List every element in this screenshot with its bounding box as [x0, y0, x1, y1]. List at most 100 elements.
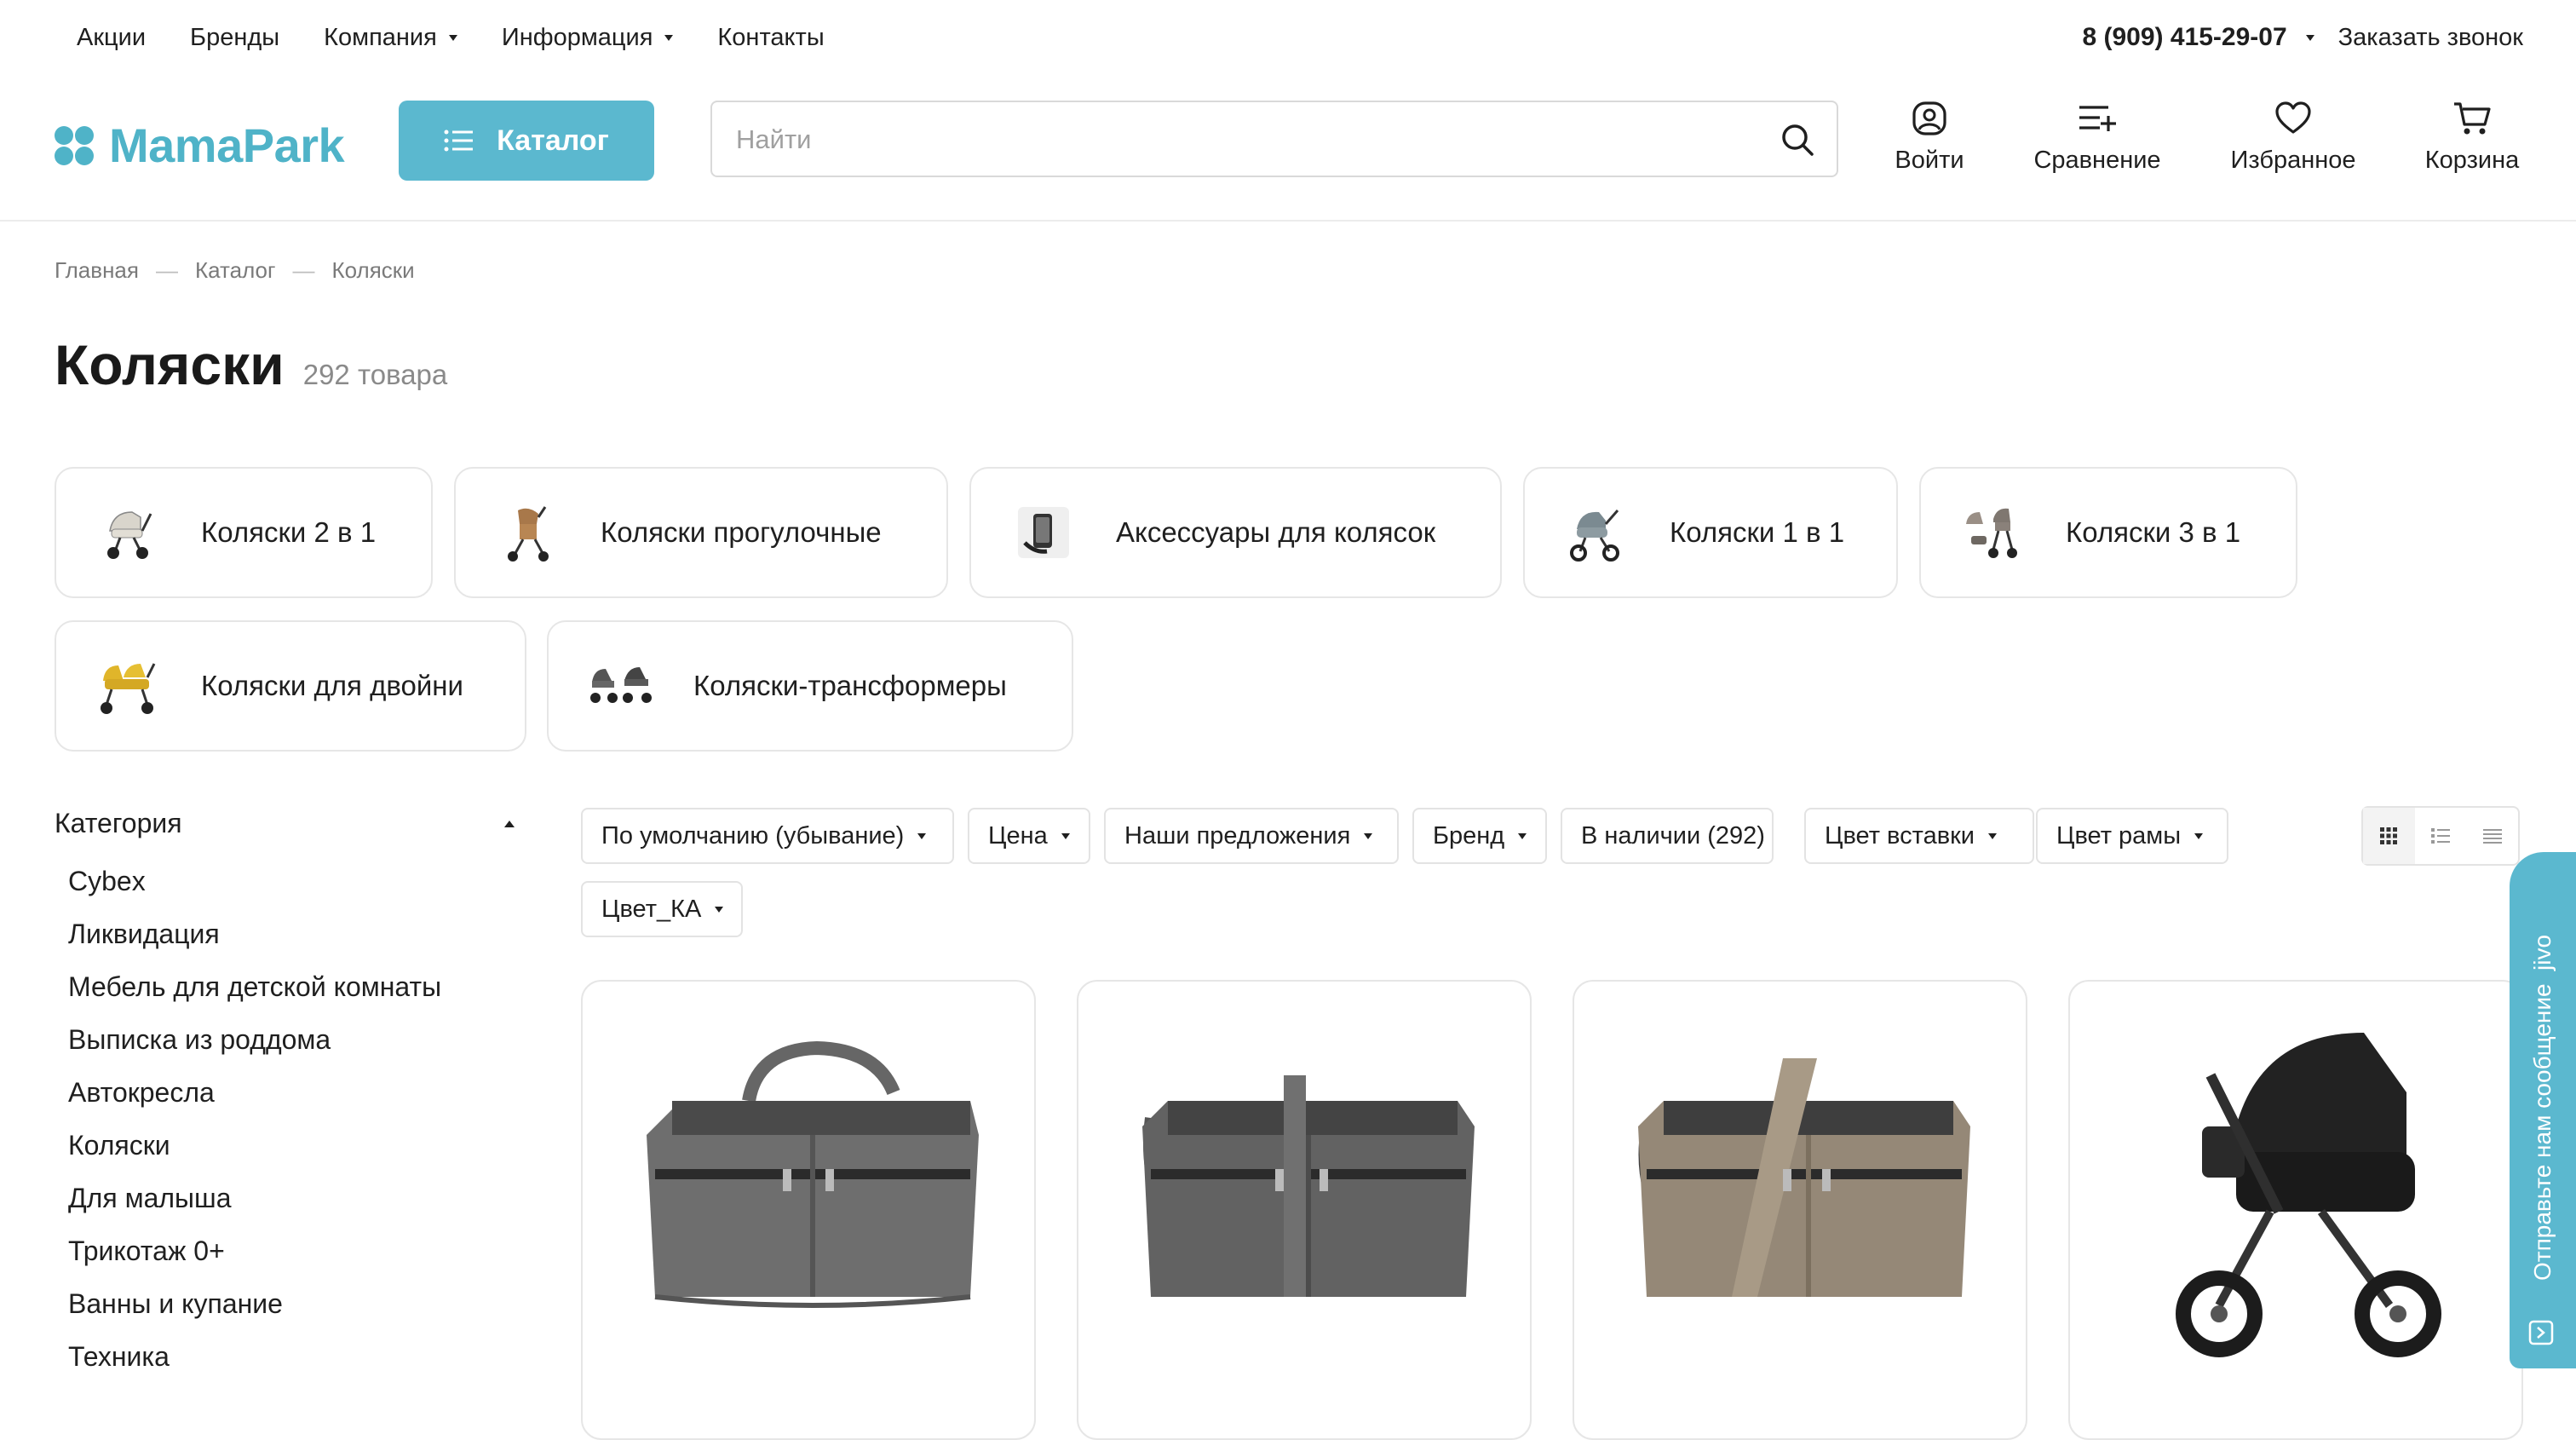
breadcrumb-home[interactable]: Главная: [55, 257, 139, 284]
product-card[interactable]: [1077, 980, 1532, 1440]
login-button[interactable]: Войти: [1891, 101, 1968, 175]
catalog-button[interactable]: Каталог: [399, 101, 654, 181]
filter-insert-color[interactable]: Цвет вставки: [1804, 808, 2034, 864]
category-item[interactable]: Трикотаж 0+: [55, 1224, 532, 1277]
callback-link[interactable]: Заказать звонок: [2338, 24, 2523, 52]
grid-view-icon[interactable]: [2363, 808, 2415, 864]
category-toggle[interactable]: Категория: [55, 808, 532, 839]
subcategory-label: Коляски 1 в 1: [1670, 516, 1845, 548]
catalog-button-label: Каталог: [497, 124, 609, 157]
product-card[interactable]: [581, 980, 1036, 1440]
compact-view-icon[interactable]: [2466, 808, 2518, 864]
stroller-walking-icon: [490, 494, 566, 571]
phone-text: 8 (909) 415-29-07: [2082, 23, 2287, 51]
nav-link-brands[interactable]: Бренды: [190, 24, 279, 52]
stroller-1in1-icon: [1559, 494, 1636, 571]
subcategory-transformer[interactable]: Коляски-трансформеры: [547, 620, 1073, 752]
filter-label: По умолчанию (убывание): [601, 821, 905, 850]
sort-dropdown[interactable]: По умолчанию (убывание): [581, 808, 954, 864]
product-image-stroller: [2070, 982, 2521, 1391]
subcategory-label: Коляски для двойни: [201, 670, 463, 701]
category-item[interactable]: Мебель для детской комнаты: [55, 960, 532, 1013]
chevron-down-icon: [448, 34, 457, 41]
subcategory-label: Аксессуары для колясок: [1116, 516, 1436, 548]
favorites-button[interactable]: Избранное: [2227, 101, 2360, 175]
filter-label: Бренд: [1433, 821, 1505, 850]
product-card[interactable]: [1573, 980, 2027, 1440]
category-item[interactable]: Коляски: [55, 1119, 532, 1172]
filter-price[interactable]: Цена: [968, 808, 1090, 864]
subcategory-2in1[interactable]: Коляски 2 в 1: [55, 467, 433, 598]
category-item[interactable]: Автокресла: [55, 1066, 532, 1119]
phone-number[interactable]: 8 (909) 415-29-07: [2082, 23, 2286, 52]
heart-icon: [2227, 101, 2360, 138]
category-item[interactable]: Ванны и купание: [55, 1277, 532, 1330]
nav-link-sales[interactable]: Акции: [77, 24, 146, 52]
category-item[interactable]: Ликвидация: [55, 907, 532, 960]
category-sidebar: Категория Cybex Ликвидация Мебель для де…: [55, 808, 532, 1383]
nav-link-contacts[interactable]: Контакты: [717, 24, 824, 52]
nav-link-company[interactable]: Компания: [324, 24, 457, 52]
filter-label: В наличии (292): [1581, 821, 1765, 850]
nav-link-label: Информация: [501, 23, 653, 51]
subcategory-twins[interactable]: Коляски для двойни: [55, 620, 526, 752]
user-icon: [1891, 101, 1968, 138]
filter-color-ka[interactable]: Цвет_КА: [581, 881, 743, 937]
filter-brand[interactable]: Бренд: [1412, 808, 1547, 864]
category-item[interactable]: Выписка из роддома: [55, 1013, 532, 1066]
chevron-down-icon: [715, 906, 724, 913]
list-icon: [444, 129, 474, 153]
nav-link-label: Акции: [77, 23, 147, 51]
category-heading: Категория: [55, 808, 182, 838]
nav-link-label: Бренды: [190, 23, 280, 51]
category-item[interactable]: Для малыша: [55, 1172, 532, 1224]
chevron-down-icon[interactable]: [2305, 34, 2314, 41]
stroller-transformer-icon: [583, 648, 659, 724]
filter-frame-color[interactable]: Цвет рамы: [2036, 808, 2228, 864]
product-image-bag: [583, 982, 1034, 1391]
filter-label: Цвет_КА: [601, 895, 702, 923]
stroller-twins-icon: [90, 648, 167, 724]
subcategory-label: Коляски 2 в 1: [201, 516, 377, 548]
chat-widget[interactable]: Отправьте нам сообщение jivo: [2510, 852, 2576, 1368]
subcategory-walking[interactable]: Коляски прогулочные: [454, 467, 948, 598]
subcategory-label: Коляски 3 в 1: [2066, 516, 2241, 548]
nav-link-info[interactable]: Информация: [502, 24, 674, 52]
subcategory-3in1[interactable]: Коляски 3 в 1: [1919, 467, 2297, 598]
chevron-down-icon: [1364, 832, 1373, 839]
breadcrumb-separator: —: [155, 257, 178, 283]
breadcrumb-current: Коляски: [331, 257, 415, 283]
list-view-icon[interactable]: [2415, 808, 2467, 864]
search-input[interactable]: [734, 102, 1760, 177]
filter-in-stock[interactable]: В наличии (292): [1561, 808, 1774, 864]
breadcrumb-catalog[interactable]: Каталог: [195, 257, 276, 284]
product-count: 292 товара: [302, 359, 448, 390]
filter-label: Наши предложения: [1124, 821, 1351, 850]
search-box: [710, 101, 1838, 177]
cart-button[interactable]: Корзина: [2421, 101, 2523, 175]
page-title-block: Коляски 292 товара: [55, 332, 447, 397]
subcategory-label: Коляски прогулочные: [601, 516, 882, 548]
chevron-down-icon: [1988, 832, 1997, 839]
product-card[interactable]: [2068, 980, 2523, 1440]
search-icon[interactable]: [1780, 123, 1814, 161]
favorites-label: Избранное: [2230, 147, 2356, 174]
category-list: Cybex Ликвидация Мебель для детской комн…: [55, 855, 532, 1383]
stroller-3in1-icon: [1955, 494, 2032, 571]
compare-icon: [2029, 101, 2165, 138]
category-item[interactable]: Техника: [55, 1330, 532, 1383]
product-image-bag: [1574, 982, 2026, 1391]
product-image-bag: [1078, 982, 1530, 1391]
filter-offers[interactable]: Наши предложения: [1104, 808, 1399, 864]
chevron-down-icon: [664, 34, 674, 41]
nav-link-label: Контакты: [717, 23, 825, 51]
category-item[interactable]: Cybex: [55, 855, 532, 907]
compare-button[interactable]: Сравнение: [2029, 101, 2165, 175]
logo[interactable]: MamaPark: [53, 118, 345, 173]
chevron-down-icon: [1518, 832, 1527, 839]
top-nav-links: Акции Бренды Компания Информация Контакт…: [77, 0, 869, 75]
subcategory-1in1[interactable]: Коляски 1 в 1: [1523, 467, 1898, 598]
subcategory-accessories[interactable]: Аксессуары для колясок: [969, 467, 1502, 598]
filter-label: Цена: [988, 821, 1048, 850]
filter-label: Цвет рамы: [2056, 821, 2182, 850]
